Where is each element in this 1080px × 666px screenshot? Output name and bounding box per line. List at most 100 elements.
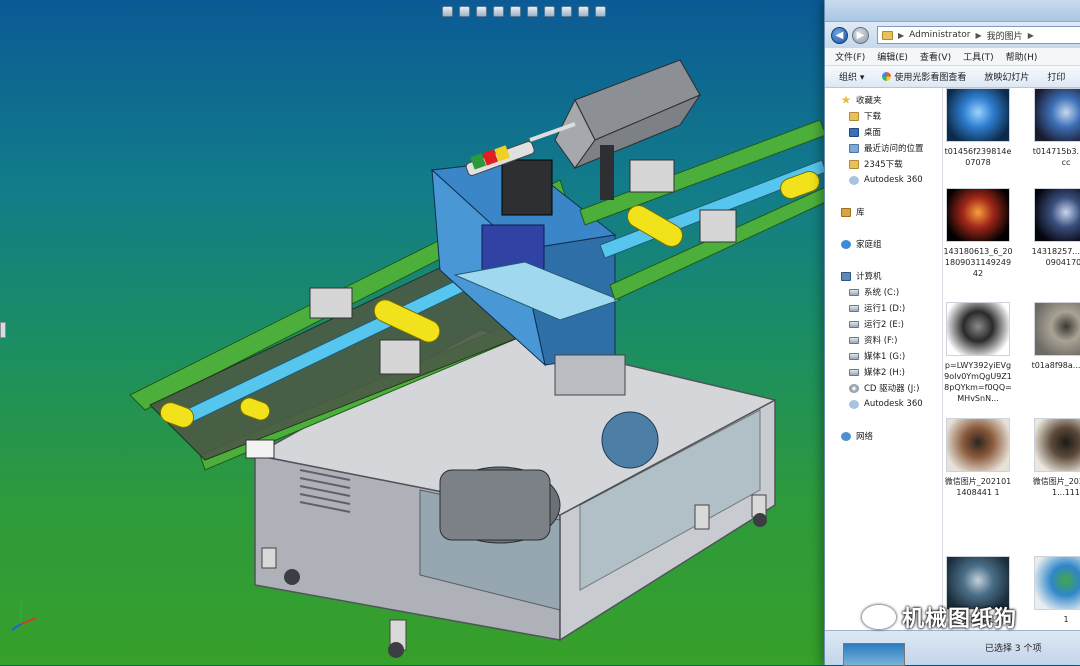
file-thumbnail[interactable]: p=LWY392yiEVg9oIv0YmQgU9Z18pQYkm=f0QQ=MH… — [943, 302, 1013, 404]
nav-item-label: CD 驱动器 (J:) — [864, 384, 920, 394]
thumbnail-image — [946, 188, 1010, 242]
nav-item[interactable]: 资料 (F:) — [825, 332, 942, 348]
libraries-icon — [841, 207, 851, 217]
cloud-icon — [849, 175, 859, 185]
file-thumbnail[interactable]: t014715b3...14ecc — [1031, 88, 1080, 168]
menu-view[interactable]: 查看(V) — [920, 50, 951, 63]
back-button-icon[interactable]: ◀ — [831, 26, 848, 44]
nav-item[interactable]: Autodesk 360 — [825, 396, 942, 412]
nav-item[interactable]: 收藏夹 — [825, 92, 942, 108]
nav-item-label: 运行1 (D:) — [864, 304, 906, 314]
recent-places-icon — [849, 143, 859, 153]
print-button[interactable]: 打印 — [1047, 70, 1065, 83]
menu-help[interactable]: 帮助(H) — [1006, 50, 1038, 63]
file-name: p=LWY392yiEVg9oIv0YmQgU9Z18pQYkm=f0QQ=MH… — [944, 361, 1012, 403]
folder-icon — [849, 159, 859, 169]
drive-icon — [849, 336, 859, 344]
thumbnail-image — [946, 88, 1010, 142]
desktop-icon — [849, 127, 859, 137]
nav-item-label: 计算机 — [856, 272, 882, 282]
nav-item[interactable]: 家庭组 — [825, 236, 942, 252]
forward-button-icon[interactable]: ▶ — [852, 26, 869, 44]
nav-item[interactable]: 库 — [825, 204, 942, 220]
wechat-logo-icon — [862, 605, 896, 629]
drive-icon — [849, 368, 859, 376]
drive-icon — [849, 352, 859, 360]
nav-item[interactable]: 系统 (C:) — [825, 284, 942, 300]
cloud-icon — [849, 399, 859, 409]
folder-icon — [882, 30, 893, 40]
watermark: 机械图纸狗 — [862, 600, 1017, 634]
nav-item-label: 网络 — [856, 432, 874, 442]
file-thumbnail[interactable]: t01a8f98a...deeb — [1031, 302, 1080, 371]
file-name: 微信图片_2021011...111 — [1032, 477, 1080, 497]
nav-item-label: Autodesk 360 — [864, 175, 923, 185]
drive-icon — [849, 288, 859, 296]
downloads-folder-icon — [849, 111, 859, 121]
nav-item-label: 收藏夹 — [856, 96, 882, 106]
nav-item[interactable]: 网络 — [825, 428, 942, 444]
nav-item-label: 家庭组 — [856, 240, 882, 250]
cd-drive-icon — [849, 383, 859, 393]
organize-button[interactable]: 组织 ▾ — [839, 70, 864, 83]
open-with-label: 使用光影看图查看 — [894, 73, 967, 83]
selection-status: 已选择 3 个项 — [985, 644, 1042, 654]
chevron-right-icon: ▶ — [898, 30, 905, 40]
nav-item-label: 运行2 (E:) — [864, 320, 904, 330]
nav-item-label: 库 — [856, 208, 865, 218]
address-bar[interactable]: ▶ Administrator ▶ 我的图片 ▶ — [877, 26, 1080, 44]
thumbnail-image — [1034, 418, 1080, 472]
chevron-right-icon: ▶ — [975, 30, 982, 40]
breadcrumb-administrator[interactable]: Administrator — [909, 30, 970, 40]
file-name: 143180613_6_20180903114924942 — [943, 247, 1013, 278]
thumbnail-image — [1034, 88, 1080, 142]
drive-icon — [849, 320, 859, 328]
nav-item[interactable]: 媒体1 (G:) — [825, 348, 942, 364]
file-name: 微信图片_2021011408441 1 — [944, 477, 1012, 497]
computer-icon — [841, 271, 851, 281]
photo-viewer-icon — [882, 72, 892, 81]
file-name: t01a8f98a...deeb — [1031, 361, 1080, 370]
nav-item[interactable]: 运行2 (E:) — [825, 316, 942, 332]
file-thumbnail[interactable]: t01456f239814e07078 — [943, 88, 1013, 168]
nav-item-label: 2345下载 — [864, 160, 903, 170]
navigation-pane[interactable]: 收藏夹下载 桌面最近访问的位置 2345下载 Autodesk 360 库家庭组计算机系… — [825, 88, 943, 630]
thumbnail-image — [1034, 302, 1080, 356]
file-name: 1 — [1063, 615, 1069, 624]
nav-item[interactable]: 最近访问的位置 — [825, 140, 942, 156]
file-name: 14318257...201809041707 — [1031, 247, 1080, 267]
window-titlebar[interactable] — [825, 0, 1080, 22]
file-name: t014715b3...14ecc — [1032, 147, 1080, 167]
slideshow-button[interactable]: 放映幻灯片 — [984, 70, 1029, 83]
file-thumbnail[interactable]: 微信图片_2021011408441 1 — [943, 418, 1013, 498]
menu-file[interactable]: 文件(F) — [835, 50, 865, 63]
menu-tools[interactable]: 工具(T) — [963, 50, 994, 63]
file-thumbnail[interactable]: 1 — [1031, 556, 1080, 625]
nav-item[interactable]: 计算机 — [825, 268, 942, 284]
breadcrumb-my-pictures[interactable]: 我的图片 — [987, 29, 1023, 42]
thumbnail-image — [1034, 188, 1080, 242]
nav-item[interactable]: 运行1 (D:) — [825, 300, 942, 316]
nav-item[interactable]: 2345下载 — [825, 156, 942, 172]
nav-item[interactable]: 桌面 — [825, 124, 942, 140]
nav-item[interactable]: Autodesk 360 — [825, 172, 942, 188]
menu-edit[interactable]: 编辑(E) — [877, 50, 908, 63]
file-explorer-window: ◀ ▶ ▶ Administrator ▶ 我的图片 ▶ 文件(F) 编辑(E)… — [824, 0, 1080, 666]
command-bar: 组织 ▾ 使用光影看图查看 放映幻灯片 打印 — [825, 66, 1080, 88]
file-thumbnail[interactable]: 143180613_6_20180903114924942 — [943, 188, 1013, 279]
thumbnail-image — [1034, 556, 1080, 610]
drive-icon — [849, 304, 859, 312]
file-thumbnail[interactable]: 微信图片_2021011...111 — [1031, 418, 1080, 498]
nav-item[interactable]: 下载 — [825, 108, 942, 124]
thumbnail-image — [946, 418, 1010, 472]
network-icon — [841, 431, 851, 441]
nav-item-label: 最近访问的位置 — [864, 144, 924, 154]
file-list[interactable]: t01456f239814e07078 t014715b3...14ecc 1431… — [943, 88, 1080, 630]
nav-item[interactable]: CD 驱动器 (J:) — [825, 380, 942, 396]
file-thumbnail[interactable]: 14318257...201809041707 — [1031, 188, 1080, 268]
orientation-triad-icon — [11, 602, 37, 631]
open-with-button[interactable]: 使用光影看图查看 — [882, 70, 966, 83]
panel-expand-handle[interactable] — [0, 322, 6, 338]
status-preview-thumbnail — [843, 643, 905, 666]
nav-item[interactable]: 媒体2 (H:) — [825, 364, 942, 380]
